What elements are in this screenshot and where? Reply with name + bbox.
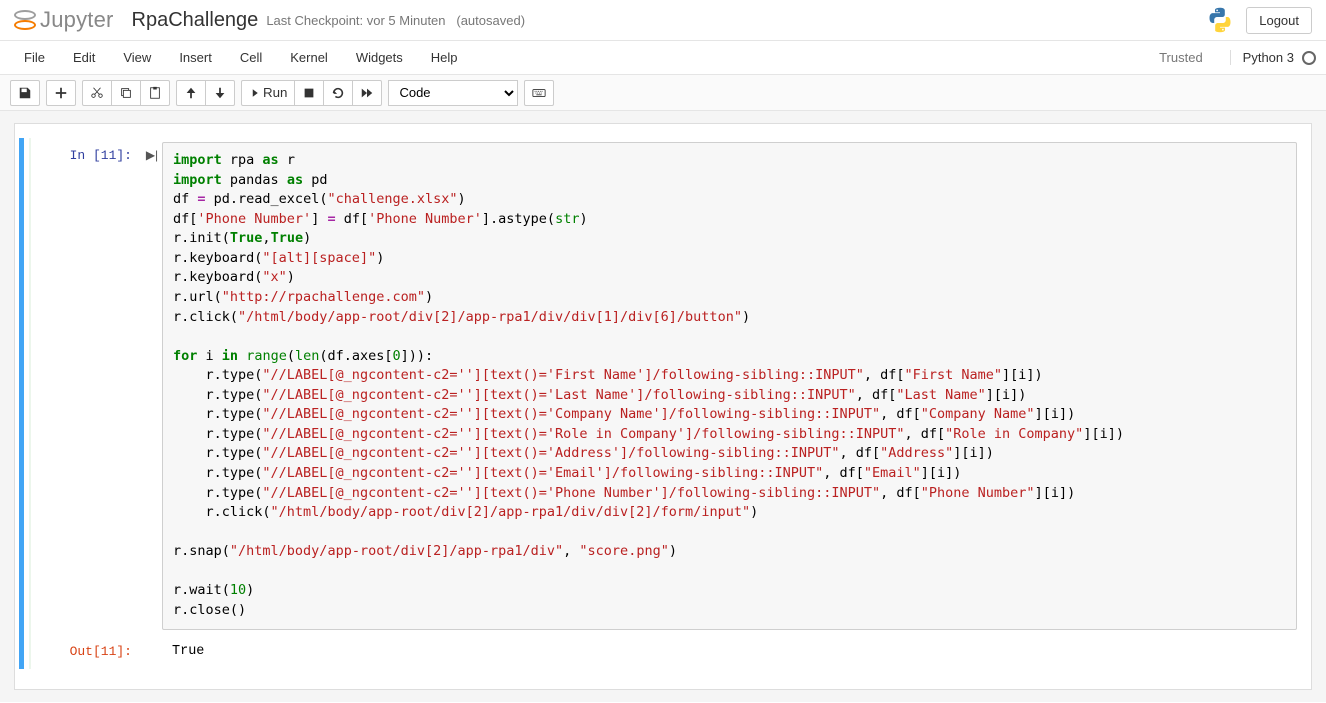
jupyter-word: Jupyter — [40, 7, 114, 33]
menubar: File Edit View Insert Cell Kernel Widget… — [0, 41, 1326, 75]
command-palette-button[interactable] — [524, 80, 554, 106]
menu-edit[interactable]: Edit — [59, 42, 109, 73]
cell-output: True — [162, 638, 1297, 665]
autosaved-label: (autosaved) — [456, 13, 525, 28]
notebook: In [11]: ▶| import rpa as r import panda… — [14, 123, 1312, 690]
menu-help[interactable]: Help — [417, 42, 472, 73]
trusted-indicator[interactable]: Trusted — [1148, 46, 1214, 69]
cut-button[interactable] — [82, 80, 112, 106]
copy-icon — [119, 86, 133, 100]
cell-type-select[interactable]: Code — [388, 80, 518, 106]
kernel-indicator[interactable]: Python 3 — [1230, 50, 1316, 65]
stop-icon — [302, 86, 316, 100]
code-cell[interactable]: In [11]: ▶| import rpa as r import panda… — [19, 138, 1307, 669]
toolbar: Run Code — [0, 75, 1326, 111]
output-prompt: Out[11]: — [32, 638, 142, 665]
run-cell-icon[interactable]: ▶| — [142, 142, 162, 630]
restart-icon — [331, 86, 345, 100]
jupyter-logo-icon — [14, 9, 36, 31]
run-icon — [249, 86, 259, 100]
menu-widgets[interactable]: Widgets — [342, 42, 417, 73]
plus-icon — [54, 86, 68, 100]
input-prompt: In [11]: — [32, 142, 142, 630]
run-label: Run — [263, 85, 287, 100]
notebook-name[interactable]: RpaChallenge — [132, 9, 259, 32]
kernel-name: Python 3 — [1243, 50, 1294, 65]
logout-button[interactable]: Logout — [1246, 7, 1312, 34]
kernel-idle-icon — [1302, 51, 1316, 65]
menu-insert[interactable]: Insert — [165, 42, 226, 73]
menu-kernel[interactable]: Kernel — [276, 42, 342, 73]
jupyter-logo[interactable]: Jupyter — [14, 7, 114, 33]
copy-button[interactable] — [111, 80, 141, 106]
move-up-button[interactable] — [176, 80, 206, 106]
paste-button[interactable] — [140, 80, 170, 106]
arrow-down-icon — [213, 86, 227, 100]
cut-icon — [90, 86, 104, 100]
save-button[interactable] — [10, 80, 40, 106]
arrow-up-icon — [184, 86, 198, 100]
fast-forward-icon — [360, 86, 374, 100]
menu-file[interactable]: File — [10, 42, 59, 73]
run-button[interactable]: Run — [241, 80, 295, 106]
save-icon — [18, 86, 32, 100]
interrupt-button[interactable] — [294, 80, 324, 106]
python-icon — [1206, 6, 1234, 34]
notebook-container: In [11]: ▶| import rpa as r import panda… — [0, 111, 1326, 702]
menu-view[interactable]: View — [109, 42, 165, 73]
restart-run-all-button[interactable] — [352, 80, 382, 106]
add-cell-button[interactable] — [46, 80, 76, 106]
paste-icon — [148, 86, 162, 100]
restart-button[interactable] — [323, 80, 353, 106]
checkpoint-label: Last Checkpoint: vor 5 Minuten — [266, 13, 445, 28]
checkpoint-text: Last Checkpoint: vor 5 Minuten (autosave… — [266, 13, 525, 28]
menu-cell[interactable]: Cell — [226, 42, 276, 73]
keyboard-icon — [532, 86, 546, 100]
notebook-header: Jupyter RpaChallenge Last Checkpoint: vo… — [0, 0, 1326, 41]
move-down-button[interactable] — [205, 80, 235, 106]
code-input[interactable]: import rpa as r import pandas as pd df =… — [162, 142, 1297, 630]
